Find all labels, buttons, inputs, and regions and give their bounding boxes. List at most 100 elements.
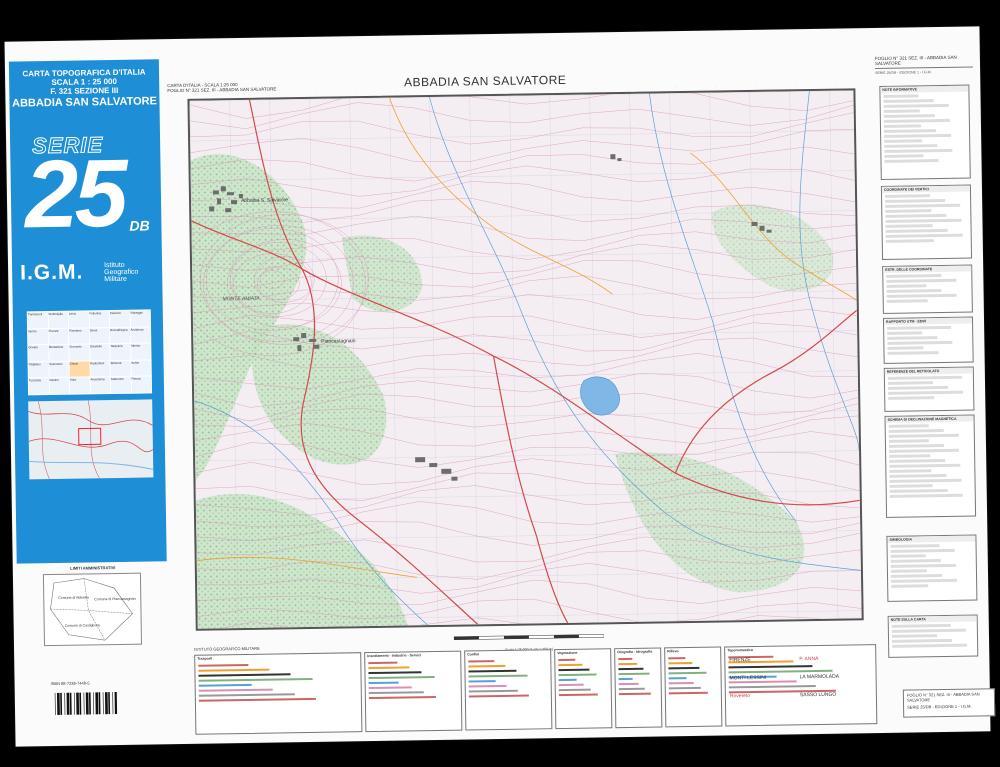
index-cell: Ansedonia: [90, 377, 111, 394]
footer-subtitle: SERIE 25/DB - EDIZIONE 1 - I.G.M.: [907, 703, 972, 710]
index-cell: Talamone: [110, 377, 131, 394]
index-cell: Follonica: [89, 311, 110, 327]
info-box-row: [886, 299, 929, 303]
legend-symbol: [368, 691, 424, 695]
index-cell: Firenze: [48, 328, 69, 345]
legend-symbol: [368, 676, 435, 680]
toponym-sample: FIRENZE: [729, 657, 751, 664]
legend-symbol: [558, 673, 597, 677]
info-box-title: NOTE INFORMATIVE: [880, 85, 969, 93]
regional-inset-svg: [28, 400, 154, 480]
info-box-row: [889, 488, 948, 493]
coordinate-tick: ·: [555, 87, 557, 92]
legend-column-title: Rilievo: [667, 649, 679, 654]
coordinate-tick: ·: [715, 84, 717, 89]
map-sheet: CARTA TOPOGRAFICA D'ITALIA SCALA 1 : 25 …: [4, 26, 996, 747]
info-box-row: [892, 638, 952, 643]
index-cell: Ventimiglia: [48, 311, 69, 328]
barcode: [54, 692, 118, 715]
info-box-row: [886, 289, 943, 293]
coordinate-tick: ·: [195, 92, 197, 97]
index-cell: Siena: [89, 327, 110, 344]
legend-column: Confini: [464, 649, 553, 731]
coordinate-tick: ·: [475, 88, 477, 93]
info-box-row: [888, 396, 935, 400]
legend-symbol: [468, 669, 517, 673]
igm-subtitle: Istituto Geografico Militare: [103, 261, 139, 284]
index-cell: Montalcino: [48, 344, 69, 361]
coordinate-tick: ·: [275, 91, 277, 96]
info-box-row: [886, 284, 927, 288]
info-box-row: [887, 375, 962, 380]
info-box-row: [886, 293, 958, 298]
admin-label-3: Comune di Castiglione: [65, 623, 100, 628]
info-box-row: [889, 454, 931, 458]
info-box: COORDINATE DEI VERTICI: [880, 184, 973, 260]
serie-logo: SERIE 25 DB: [24, 131, 152, 253]
legend-symbol: [728, 669, 833, 674]
info-box-title: NOTE SULLA CARTA: [888, 615, 977, 623]
index-cell: Canino: [49, 378, 70, 395]
legend-symbol: [558, 663, 583, 667]
legend-column: Orografia - Idrografia: [614, 647, 663, 729]
index-cell: Radicofani: [90, 360, 110, 377]
info-box-row: [883, 114, 935, 118]
legend-column: Vegetazione: [554, 648, 613, 730]
legend-symbol: [468, 674, 528, 678]
index-cell: Orbetello: [89, 344, 110, 361]
legend-column: Rilievo: [664, 646, 723, 728]
info-box-row: [888, 429, 944, 433]
coordinate-tick: ·: [675, 85, 677, 90]
legend-symbol: [198, 668, 270, 672]
ridge-label: MONTE AMIATA: [223, 296, 261, 303]
info-box-row: [884, 154, 924, 158]
info-box: ESTR. DELLE COORDINATE: [882, 264, 973, 314]
legend-symbol: [198, 688, 273, 692]
legend-column-title: Confini: [467, 652, 480, 657]
legend-symbol: [668, 681, 694, 685]
info-box-row: [887, 340, 953, 345]
cover-titles: CARTA TOPOGRAFICA D'ITALIA SCALA 1 : 25 …: [9, 67, 160, 109]
info-box-row: [891, 634, 937, 638]
legend: ISTITUTO GEOGRAFICO MILITARE Trasporti In…: [194, 636, 885, 739]
index-cell: Pitigliano: [28, 361, 49, 378]
legend-symbol: [668, 671, 707, 675]
info-box-row: [884, 159, 939, 163]
legend-symbol: [558, 678, 577, 682]
regional-inset-map: [28, 399, 154, 480]
info-box-row: [883, 94, 919, 98]
coordinate-tick: ·: [595, 86, 597, 91]
legend-symbol: [558, 688, 591, 692]
info-box-row: [885, 224, 933, 228]
legend-symbol: [618, 657, 632, 661]
info-box-row: [884, 148, 953, 153]
administrative-limits: LIMITI AMMINISTRATIVI Comune di Abbadia …: [33, 564, 155, 674]
right-panel-title: FOGLIO N° 321 SEZ. III - ABBADIA SAN SAL…: [874, 54, 974, 70]
legend-symbol: [198, 693, 295, 697]
legend-column-title: Insediamenti - Industrie - Servizi: [367, 653, 421, 659]
legend-symbol: [618, 662, 638, 666]
info-box-row: [889, 493, 963, 498]
info-box-row: [887, 381, 933, 385]
coordinate-tick: ·: [755, 83, 757, 88]
info-box-row: [883, 103, 949, 108]
info-box-row: [891, 623, 951, 628]
toponym-sample: Rovereto: [729, 693, 751, 700]
isbn: ISBN 88-7238-7448-5: [50, 680, 90, 687]
info-box-row: [889, 458, 946, 463]
info-box-row: [885, 203, 961, 208]
admin-map-svg: Comune di Abbadia Comune di Piancastagna…: [50, 578, 136, 641]
info-box-title: SCHEMA DI DECLINAZIONE MAGNETICA: [885, 415, 974, 423]
info-box-row: [885, 213, 947, 218]
index-cell: Viareggio: [130, 310, 151, 327]
legend-symbol: [368, 686, 412, 690]
legend-symbol: [368, 666, 410, 670]
info-box-row: [888, 390, 963, 395]
legend-symbol: [558, 668, 590, 672]
index-cell: Tarquinia: [110, 343, 131, 360]
legend-symbol: [368, 661, 397, 665]
info-box-row: [888, 439, 930, 443]
legend-symbol: [368, 671, 422, 675]
coordinate-tick: ·: [435, 88, 437, 93]
legend-symbol: [668, 657, 685, 660]
